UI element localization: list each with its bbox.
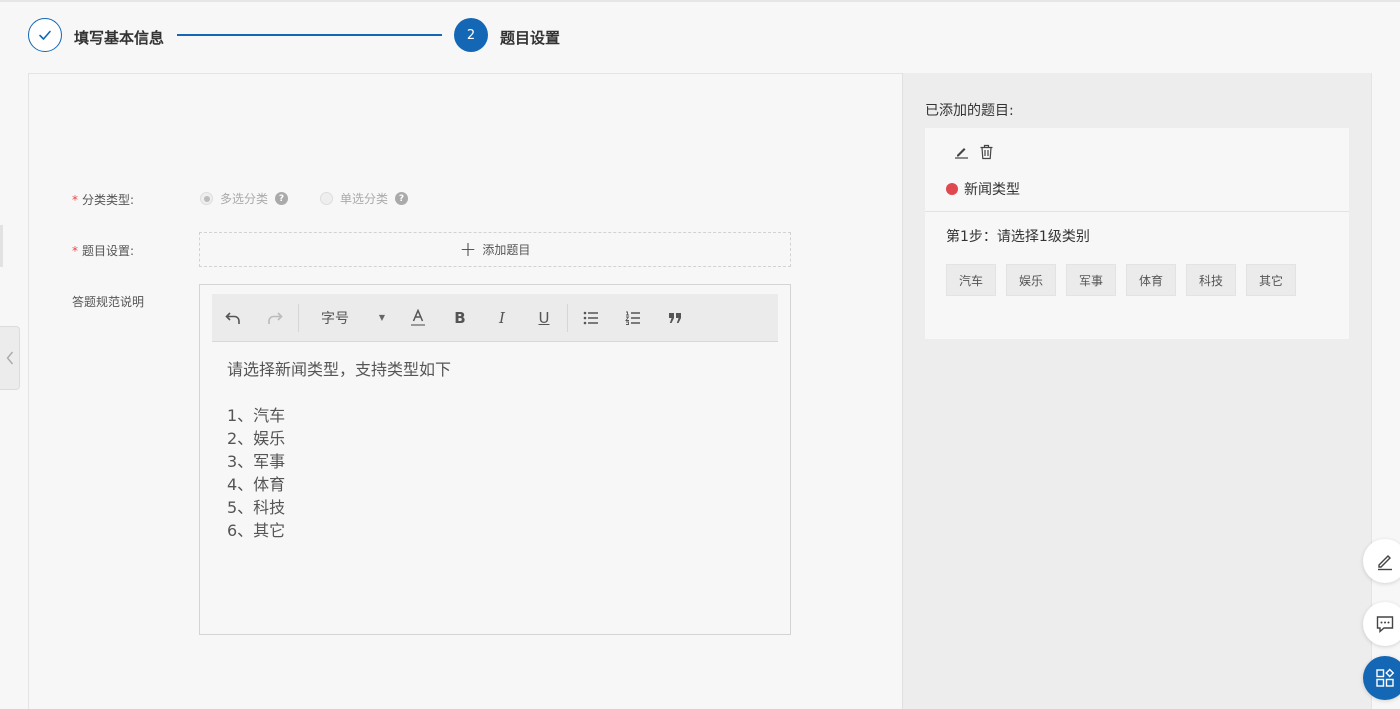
card-divider — [925, 211, 1349, 212]
font-color-button[interactable] — [397, 294, 439, 342]
editor-line: 5、科技 — [227, 498, 286, 517]
side-marker — [0, 225, 3, 267]
step2-label: 题目设置 — [500, 29, 561, 47]
chevron-left-icon — [6, 351, 13, 365]
question-type: 新闻类型 — [946, 179, 1020, 199]
help-icon[interactable]: ? — [395, 192, 409, 205]
ordered-list-button[interactable] — [612, 294, 654, 342]
editor-toolbar: 字号 ▼ B I U — [212, 294, 778, 342]
radio-multi-select[interactable]: 多选分类 ? — [200, 190, 289, 207]
undo-icon — [225, 311, 240, 324]
category-tag[interactable]: 军事 — [1066, 264, 1116, 296]
plus-icon: + — [459, 236, 477, 261]
font-color-icon — [411, 308, 425, 326]
help-icon[interactable]: ? — [275, 192, 289, 205]
toolbar-separator — [567, 303, 568, 332]
required-mark: * — [72, 193, 78, 207]
step1-label: 填写基本信息 — [74, 29, 165, 47]
editor-line: 3、军事 — [227, 452, 286, 471]
editor-line: 2、娱乐 — [227, 429, 286, 448]
redo-button[interactable] — [254, 294, 296, 342]
radio-unchecked-icon — [320, 192, 333, 205]
editor-line: 6、其它 — [227, 521, 286, 540]
ordered-list-icon — [625, 311, 640, 325]
steps-bar: 填写基本信息 2 题目设置 — [28, 18, 1368, 54]
add-question-button[interactable]: + 添加题目 — [199, 232, 791, 267]
editor-line: 4、体育 — [227, 475, 286, 494]
step1-check-icon — [28, 18, 62, 52]
add-question-label: 添加题目 — [482, 243, 531, 257]
added-questions-title: 已添加的题目: — [925, 103, 1014, 119]
category-tag[interactable]: 科技 — [1186, 264, 1236, 296]
edit-button[interactable] — [954, 144, 969, 163]
question-card: 新闻类型 第1步：请选择1级类别 汽车 娱乐 军事 体育 科技 其它 — [925, 128, 1349, 339]
undo-button[interactable] — [212, 294, 254, 342]
category-tag[interactable]: 娱乐 — [1006, 264, 1056, 296]
status-dot — [946, 183, 958, 195]
category-tags: 汽车 娱乐 军事 体育 科技 其它 — [946, 264, 1296, 296]
quote-button[interactable] — [654, 294, 696, 342]
question-step-text: 第1步：请选择1级类别 — [946, 229, 1090, 245]
category-tag[interactable]: 其它 — [1246, 264, 1296, 296]
category-tag[interactable]: 体育 — [1126, 264, 1176, 296]
underline-icon: U — [538, 308, 550, 327]
spec-label: 答题规范说明 — [72, 295, 145, 309]
quote-icon — [669, 312, 681, 323]
font-size-select[interactable]: 字号 ▼ — [301, 294, 397, 342]
apps-icon — [1376, 668, 1395, 687]
collapse-tab[interactable] — [0, 326, 20, 390]
delete-button[interactable] — [979, 144, 994, 163]
category-type-label: * 分类类型: — [72, 193, 135, 207]
bullet-list-button[interactable] — [570, 294, 612, 342]
question-setting-label: * 题目设置: — [72, 244, 135, 258]
editor-intro-text: 请选择新闻类型，支持类型如下 — [227, 360, 452, 379]
comment-icon — [1376, 616, 1394, 634]
bold-icon: B — [454, 308, 466, 327]
italic-icon: I — [499, 308, 505, 327]
bold-button[interactable]: B — [439, 294, 481, 342]
bullet-list-icon — [583, 311, 598, 324]
underline-button[interactable]: U — [523, 294, 565, 342]
editor-content[interactable]: 请选择新闻类型，支持类型如下 1、汽车 2、娱乐 3、军事 4、体育 5、科技 … — [227, 358, 451, 542]
step-connector — [177, 34, 442, 36]
required-mark: * — [72, 244, 78, 258]
editor-line: 1、汽车 — [227, 406, 286, 425]
question-type-label: 新闻类型 — [964, 182, 1020, 198]
caret-down-icon: ▼ — [378, 313, 385, 322]
italic-button[interactable]: I — [481, 294, 523, 342]
trash-icon — [980, 144, 993, 160]
floating-edit-button[interactable] — [1363, 539, 1400, 583]
pencil-icon — [1378, 555, 1392, 571]
floating-apps-button[interactable] — [1363, 656, 1400, 700]
toolbar-separator — [298, 303, 299, 332]
redo-icon — [268, 311, 283, 324]
step2-number: 2 — [454, 18, 488, 52]
category-tag[interactable]: 汽车 — [946, 264, 996, 296]
floating-comment-button[interactable] — [1363, 602, 1400, 646]
radio-checked-icon — [200, 192, 213, 205]
edit-icon — [955, 148, 968, 159]
rich-text-editor[interactable]: 字号 ▼ B I U 请选择新闻类型，支持类型如下 1、汽车 2、娱乐 3、军事… — [199, 284, 791, 635]
radio-single-select[interactable]: 单选分类 ? — [320, 190, 409, 207]
card-actions — [954, 144, 994, 163]
top-divider — [0, 0, 1400, 2]
